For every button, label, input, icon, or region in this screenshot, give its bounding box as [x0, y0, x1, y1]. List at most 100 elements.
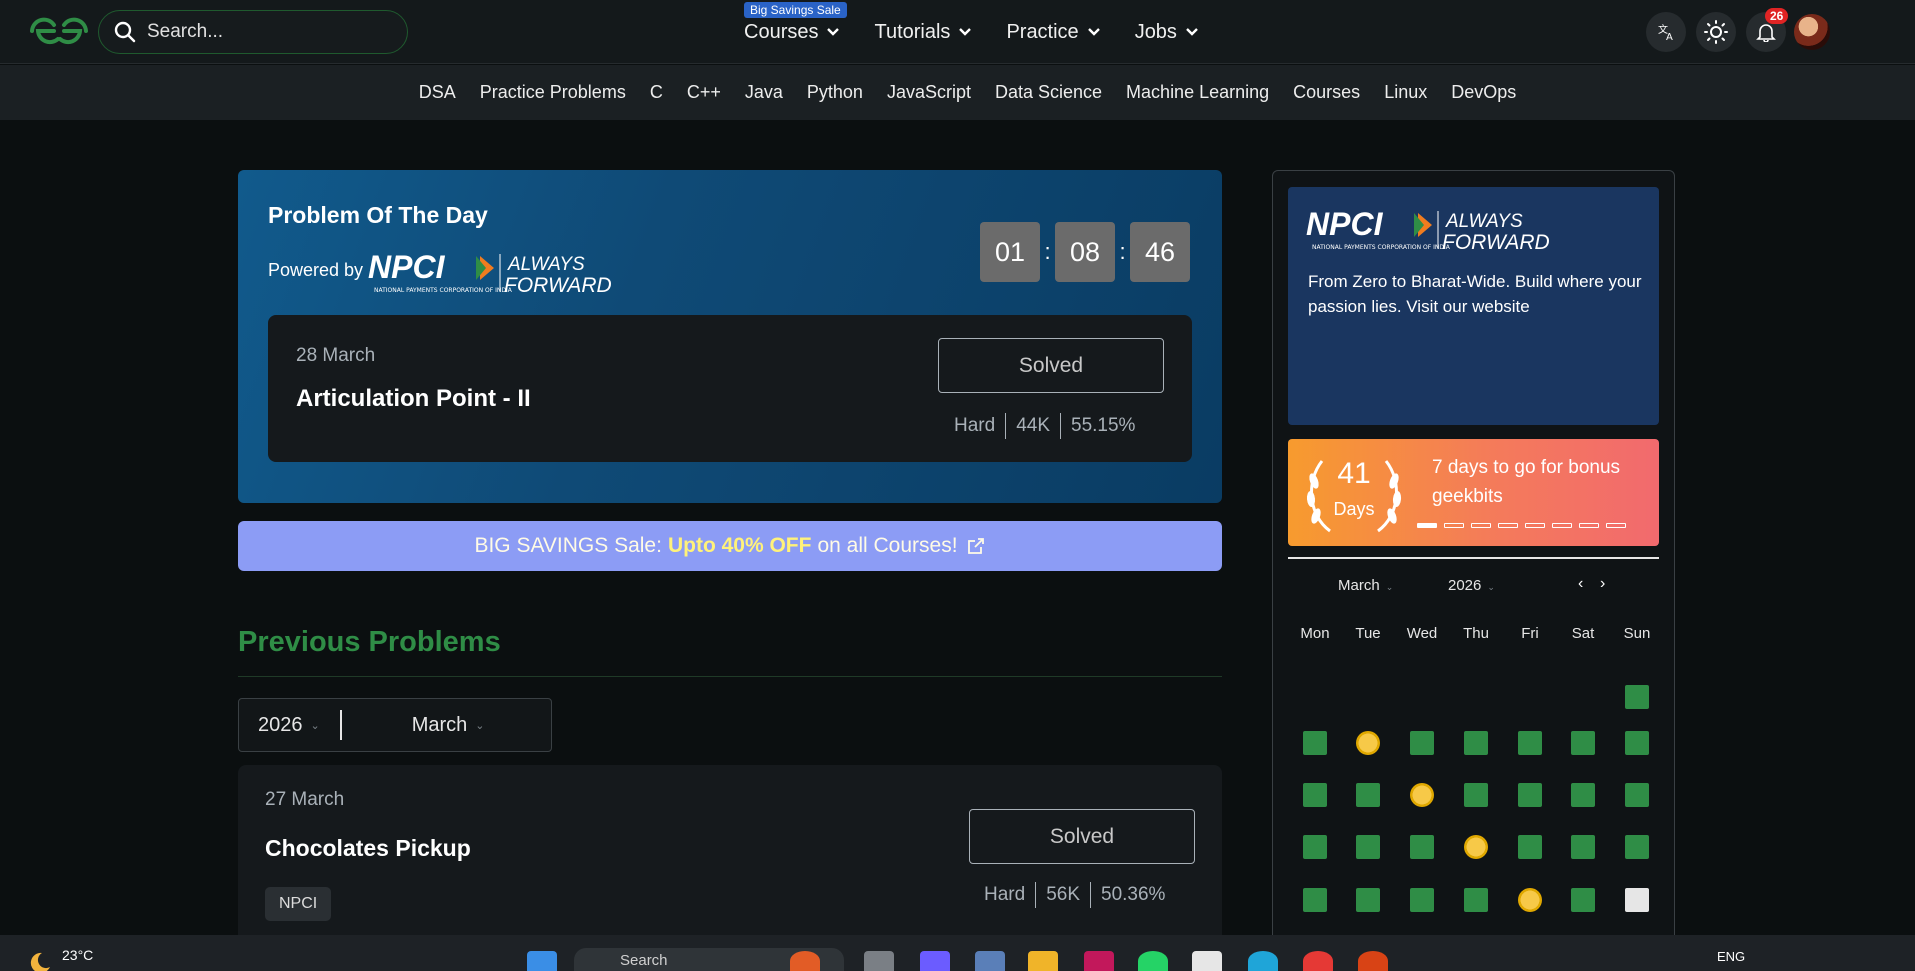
- chevron-down-icon: [1186, 28, 1198, 36]
- calendar-day[interactable]: [1464, 731, 1488, 755]
- solved-button[interactable]: Solved: [938, 338, 1164, 393]
- chrome-profile-icon[interactable]: [1358, 951, 1388, 971]
- app-icon[interactable]: [975, 951, 1005, 971]
- year-value: 2026: [258, 713, 303, 736]
- calendar-next-button[interactable]: ›: [1600, 575, 1605, 593]
- nav-practice[interactable]: Practice: [1006, 21, 1100, 44]
- streak-progress-segment: [1579, 523, 1599, 528]
- subnav-courses[interactable]: Courses: [1293, 82, 1360, 103]
- calendar-day[interactable]: [1625, 888, 1649, 912]
- calendar-month: March: [1338, 577, 1380, 594]
- calendar-year-select[interactable]: 2026 ⌄: [1448, 577, 1495, 594]
- calendar-day[interactable]: [1625, 685, 1649, 709]
- calendar-day[interactable]: [1303, 888, 1327, 912]
- subnav-java[interactable]: Java: [745, 82, 783, 103]
- calendar-day[interactable]: [1571, 731, 1595, 755]
- external-link-icon: [967, 538, 984, 554]
- store-icon[interactable]: [1192, 951, 1222, 971]
- subnav-cpp[interactable]: C++: [687, 82, 721, 103]
- calendar-day[interactable]: [1464, 783, 1488, 807]
- search-box[interactable]: [98, 10, 408, 54]
- file-explorer-icon[interactable]: [1028, 951, 1058, 971]
- subnav-practice-problems[interactable]: Practice Problems: [480, 82, 626, 103]
- calendar-day[interactable]: [1303, 835, 1327, 859]
- svg-text:NPCI: NPCI: [368, 249, 446, 285]
- problem-name[interactable]: Chocolates Pickup: [265, 835, 471, 862]
- calendar-day[interactable]: [1303, 731, 1327, 755]
- calendar-coin-day[interactable]: [1410, 783, 1434, 807]
- nav-tutorials[interactable]: Tutorials: [874, 21, 972, 44]
- problem-of-the-day-card: Problem Of The Day Powered by NPCI NATIO…: [238, 170, 1222, 503]
- search-highlight-icon: [790, 951, 820, 971]
- calendar-day[interactable]: [1571, 888, 1595, 912]
- nav-courses[interactable]: Courses: [744, 21, 840, 44]
- subnav-javascript[interactable]: JavaScript: [887, 82, 971, 103]
- calendar-month-select[interactable]: March ⌄: [1338, 577, 1393, 594]
- calendar-day[interactable]: [1356, 783, 1380, 807]
- calendar-day[interactable]: [1464, 888, 1488, 912]
- month-select[interactable]: March ⌄: [412, 714, 485, 737]
- subnav-data-science[interactable]: Data Science: [995, 82, 1102, 103]
- language-indicator[interactable]: ENG: [1717, 949, 1745, 964]
- subnav-machine-learning[interactable]: Machine Learning: [1126, 82, 1269, 103]
- gfg-logo[interactable]: [28, 14, 90, 48]
- difficulty-label: Hard: [984, 884, 1026, 905]
- nav-jobs-label: Jobs: [1134, 20, 1177, 43]
- calendar-prev-button[interactable]: ‹: [1578, 575, 1583, 593]
- search-input[interactable]: [147, 21, 387, 43]
- calendar-day[interactable]: [1410, 835, 1434, 859]
- edge-icon[interactable]: [1248, 951, 1278, 971]
- calendar-day[interactable]: [1625, 731, 1649, 755]
- npci-ad-card[interactable]: NPCI NATIONAL PAYMENTS CORPORATION OF IN…: [1288, 187, 1659, 425]
- search-icon: [114, 21, 136, 43]
- nav-courses-label: Courses: [744, 20, 819, 43]
- whatsapp-icon[interactable]: [1138, 951, 1168, 971]
- sale-prefix: BIG SAVINGS Sale:: [474, 534, 662, 557]
- company-tag[interactable]: NPCI: [265, 887, 332, 921]
- sale-banner[interactable]: BIG SAVINGS Sale: Upto 40% OFF on all Co…: [238, 521, 1222, 571]
- solved-button[interactable]: Solved: [969, 809, 1195, 864]
- copilot-icon[interactable]: [920, 951, 950, 971]
- timer-minutes: 08: [1055, 222, 1115, 282]
- calendar-day[interactable]: [1518, 731, 1542, 755]
- divider: [1005, 413, 1007, 439]
- weekday-label: Sat: [1571, 625, 1595, 642]
- streak-count: 41: [1337, 457, 1371, 490]
- calendar-day[interactable]: [1571, 835, 1595, 859]
- streak-progress-segment: [1471, 523, 1491, 528]
- problem-name[interactable]: Articulation Point - II: [296, 385, 531, 413]
- subnav-c[interactable]: C: [650, 82, 663, 103]
- streak-progress: [1417, 523, 1633, 528]
- calendar-day[interactable]: [1410, 888, 1434, 912]
- calendar-coin-day[interactable]: [1464, 835, 1488, 859]
- divider: [1035, 882, 1037, 908]
- calendar-coin-day[interactable]: [1518, 888, 1542, 912]
- avatar[interactable]: [1794, 14, 1830, 50]
- subnav-linux[interactable]: Linux: [1384, 82, 1427, 103]
- chrome-icon[interactable]: [1303, 951, 1333, 971]
- subnav-python[interactable]: Python: [807, 82, 863, 103]
- year-select[interactable]: 2026 ⌄: [258, 714, 320, 737]
- windows-start-icon[interactable]: [527, 951, 557, 971]
- task-view-icon[interactable]: [864, 951, 894, 971]
- calendar-day[interactable]: [1518, 835, 1542, 859]
- calendar-coin-day[interactable]: [1356, 731, 1380, 755]
- calendar-day[interactable]: [1625, 783, 1649, 807]
- problem-date: 27 March: [265, 789, 345, 810]
- subnav-dsa[interactable]: DSA: [419, 82, 456, 103]
- translate-button[interactable]: 文A: [1646, 12, 1686, 52]
- calendar-day[interactable]: [1518, 783, 1542, 807]
- calendar-day[interactable]: [1625, 835, 1649, 859]
- calendar-day[interactable]: [1571, 783, 1595, 807]
- subnav-devops[interactable]: DevOps: [1451, 82, 1516, 103]
- nav-tutorials-label: Tutorials: [874, 20, 951, 43]
- potd-problem[interactable]: 28 March Articulation Point - II Solved …: [268, 315, 1192, 462]
- calendar-day[interactable]: [1356, 835, 1380, 859]
- calendar-day[interactable]: [1410, 731, 1434, 755]
- nav-jobs[interactable]: Jobs: [1135, 21, 1199, 44]
- countdown-timer: 01 : 08 : 46: [980, 222, 1190, 282]
- calendar-day[interactable]: [1303, 783, 1327, 807]
- intellij-icon[interactable]: [1084, 951, 1114, 971]
- calendar-day[interactable]: [1356, 888, 1380, 912]
- theme-toggle[interactable]: [1696, 12, 1736, 52]
